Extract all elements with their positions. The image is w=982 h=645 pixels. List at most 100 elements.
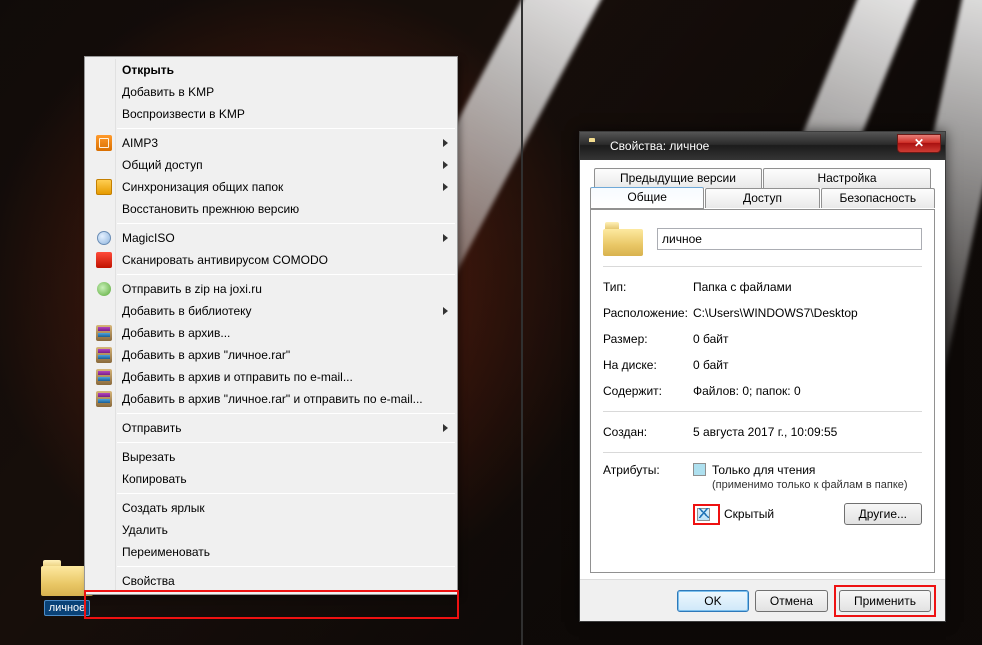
menu-sync-shared[interactable]: Синхронизация общих папок [87,176,455,198]
ok-button[interactable]: OK [677,590,749,612]
menu-cut[interactable]: Вырезать [87,446,455,468]
value-contains: Файлов: 0; папок: 0 [693,384,922,398]
menu-share[interactable]: Общий доступ [87,154,455,176]
menu-rename[interactable]: Переименовать [87,541,455,563]
menu-label: Добавить в KMP [122,85,214,99]
submenu-arrow-icon [443,161,448,169]
winrar-icon [96,347,112,363]
properties-dialog: Свойства: личное ✕ Предыдущие версии Нас… [579,131,946,622]
menu-label: AIMP3 [122,136,158,150]
menu-play-kmp[interactable]: Воспроизвести в KMP [87,103,455,125]
menu-label: Отправить [122,421,182,435]
readonly-note: (применимо только к файлам в папке) [712,479,908,491]
tab-customize[interactable]: Настройка [763,168,931,188]
highlight-apply: Применить [834,585,936,617]
folder-name-input[interactable] [657,228,922,250]
menu-label: Синхронизация общих папок [122,180,283,194]
submenu-arrow-icon [443,183,448,191]
label-created: Создан: [603,425,693,439]
separator [603,452,922,453]
other-attributes-button[interactable]: Другие... [844,503,922,525]
menu-restore-prev[interactable]: Восстановить прежнюю версию [87,198,455,220]
menu-label: Добавить в архив и отправить по e-mail..… [122,370,353,384]
hidden-label: Скрытый [724,507,774,521]
winrar-icon [96,325,112,341]
menu-add-archive-email[interactable]: Добавить в архив и отправить по e-mail..… [87,366,455,388]
tab-previous-versions[interactable]: Предыдущие версии [594,168,762,188]
value-size-on-disk: 0 байт [693,358,922,372]
menu-create-shortcut[interactable]: Создать ярлык [87,497,455,519]
winrar-icon [96,369,112,385]
tab-general[interactable]: Общие [590,187,704,209]
context-menu: Открыть Добавить в KMP Воспроизвести в K… [84,56,458,595]
label-type: Тип: [603,280,693,294]
aimp-icon [96,135,112,151]
menu-properties[interactable]: Свойства [87,570,455,592]
close-icon: ✕ [914,136,924,150]
checkbox-readonly[interactable] [693,463,706,476]
submenu-arrow-icon [443,307,448,315]
menu-label: MagicISO [122,231,175,245]
menu-add-archive[interactable]: Добавить в архив... [87,322,455,344]
tab-content-general: Тип: Папка с файлами Расположение: C:\Us… [590,209,935,573]
separator [87,410,455,417]
menu-send-zip-joxi[interactable]: Отправить в zip на joxi.ru [87,278,455,300]
label-attributes: Атрибуты: [603,463,693,477]
value-size: 0 байт [693,332,922,346]
menu-label: Добавить в библиотеку [122,304,252,318]
label-location: Расположение: [603,306,693,320]
menu-label: Воспроизвести в KMP [122,107,245,121]
value-created: 5 августа 2017 г., 10:09:55 [693,425,922,439]
menu-label: Переименовать [122,545,210,559]
menu-label: Сканировать антивирусом COMODO [122,253,328,267]
apply-button[interactable]: Применить [839,590,931,612]
separator [603,411,922,412]
separator [87,439,455,446]
submenu-arrow-icon [443,234,448,242]
menu-copy[interactable]: Копировать [87,468,455,490]
menu-label: Отправить в zip на joxi.ru [122,282,262,296]
menu-add-archive-named[interactable]: Добавить в архив "личное.rar" [87,344,455,366]
separator [603,266,922,267]
menu-aimp3[interactable]: AIMP3 [87,132,455,154]
menu-open[interactable]: Открыть [87,59,455,81]
dialog-buttons: OK Отмена Применить [580,579,945,621]
readonly-label: Только для чтения [712,463,815,477]
separator [87,490,455,497]
menu-label: Добавить в архив... [122,326,230,340]
separator [87,125,455,132]
label-size-on-disk: На диске: [603,358,693,372]
image-seam [521,0,523,645]
menu-delete[interactable]: Удалить [87,519,455,541]
sync-icon [96,179,112,195]
menu-magiciso[interactable]: MagicISO [87,227,455,249]
checkbox-hidden[interactable] [697,508,710,521]
tab-security[interactable]: Безопасность [821,188,935,208]
menu-add-archive-named-email[interactable]: Добавить в архив "личное.rar" и отправит… [87,388,455,410]
menu-label: Вырезать [122,450,175,464]
comodo-icon [96,252,112,268]
folder-large-icon [603,222,643,256]
menu-label: Открыть [122,63,174,77]
menu-send-to[interactable]: Отправить [87,417,455,439]
menu-label: Удалить [122,523,168,537]
menu-label: Добавить в архив "личное.rar" [122,348,290,362]
menu-add-kmp[interactable]: Добавить в KMP [87,81,455,103]
joxi-icon [97,282,111,296]
submenu-arrow-icon [443,424,448,432]
separator [87,220,455,227]
magiciso-icon [97,231,111,245]
menu-scan-comodo[interactable]: Сканировать антивирусом COMODO [87,249,455,271]
cancel-button[interactable]: Отмена [755,590,828,612]
submenu-arrow-icon [443,139,448,147]
menu-label: Добавить в архив "личное.rar" и отправит… [122,392,423,406]
menu-add-library[interactable]: Добавить в библиотеку [87,300,455,322]
label-contains: Содержит: [603,384,693,398]
desktop-folder-label: личное [44,600,91,616]
dialog-titlebar[interactable]: Свойства: личное ✕ [580,132,945,160]
menu-label: Восстановить прежнюю версию [122,202,299,216]
highlight-hidden-checkbox [693,504,720,525]
close-button[interactable]: ✕ [897,134,941,153]
tab-sharing[interactable]: Доступ [705,188,819,208]
separator [87,271,455,278]
